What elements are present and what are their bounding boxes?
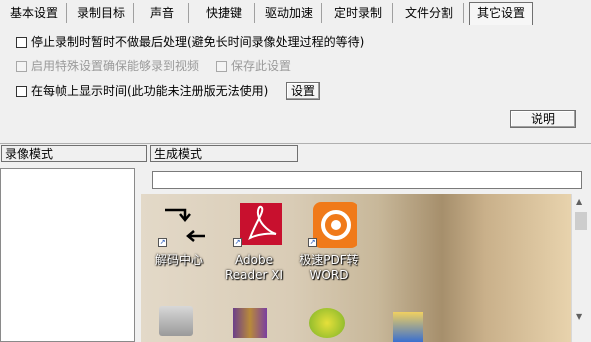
tab-scheduled-record[interactable]: 定时录制 [324,3,393,23]
tab-generate-mode[interactable]: 生成模式 [150,145,298,162]
tab-hotkeys[interactable]: 快捷键 [194,3,255,23]
no-post-process-label: 停止录制时暂时不做最后处理(避免长时间录像处理过程的等待) [31,35,365,49]
save-settings-label: 保存此设置 [231,59,292,73]
tab-sound[interactable]: 声音 [136,3,189,23]
shortcut-arrow-icon: ↗ [233,238,242,247]
tab-record-mode[interactable]: 录像模式 [1,145,147,162]
desktop-preview: ↗ 解码中心 ↗ Adobe Reader XI ↗ 极速PDF转 WORD [141,194,571,342]
scroll-up-icon[interactable]: ▲ [576,197,582,206]
desktop-icon-label: Adobe Reader XI [224,253,284,282]
shortcut-arrow-icon: ↗ [308,238,317,247]
tab-file-split[interactable]: 文件分割 [395,3,464,23]
partial-desktop-icon [309,308,345,338]
no-post-process-checkbox[interactable] [16,37,27,48]
shortcut-arrow-icon: ↗ [158,238,167,247]
scroll-down-icon[interactable]: ▼ [576,312,582,321]
special-settings-checkbox[interactable] [16,61,27,72]
desktop-icon-adobe-reader[interactable]: ↗ Adobe Reader XI [219,200,289,283]
show-time-label: 在每帧上显示时间(此功能未注册版无法使用) [31,84,269,98]
tab-other-settings[interactable]: 其它设置 [469,2,533,25]
tab-record-target[interactable]: 录制目标 [69,3,134,23]
status-field [152,171,582,189]
tab-driver-accel[interactable]: 驱动加速 [257,3,322,23]
time-settings-button[interactable]: 设置 [286,82,320,100]
desktop-icon-label: 极速PDF转 WORD [299,253,359,282]
vertical-scrollbar[interactable]: ▲ ▼ [571,194,591,342]
partial-desktop-icon [393,312,423,342]
tab-basic-settings[interactable]: 基本设置 [2,3,67,23]
partial-desktop-icon [159,306,193,336]
scroll-thumb[interactable] [575,212,587,230]
panel-divider [0,143,591,144]
desktop-icon-pdf-to-word[interactable]: ↗ 极速PDF转 WORD [294,200,364,283]
partial-desktop-icon [233,308,267,338]
mode-list-panel[interactable] [0,168,135,342]
desktop-icon-decode-center[interactable]: ↗ 解码中心 [144,200,214,268]
show-time-checkbox[interactable] [16,86,27,97]
save-settings-checkbox[interactable] [216,61,227,72]
explain-button[interactable]: 说明 [510,110,576,128]
desktop-icon-label: 解码中心 [154,253,203,267]
settings-tab-strip: 基本设置 录制目标 声音 快捷键 驱动加速 定时录制 文件分割 其它设置 [0,0,591,26]
special-settings-label: 启用特殊设置确保能够录到视频 [31,59,200,73]
